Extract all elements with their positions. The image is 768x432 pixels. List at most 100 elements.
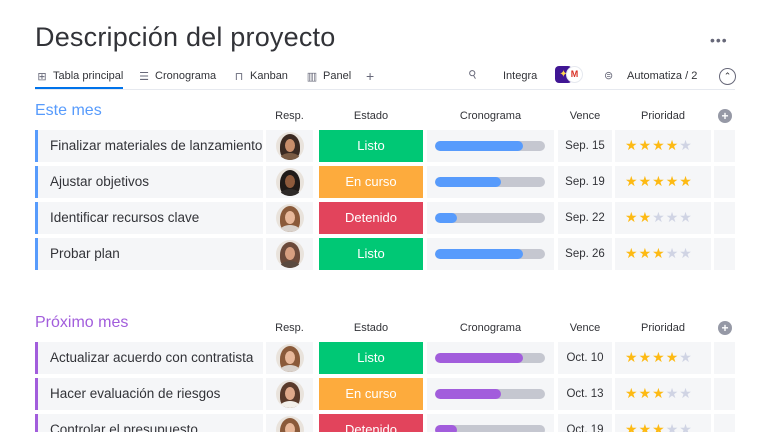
- group-title[interactable]: Próximo mes: [35, 314, 128, 332]
- star-icon[interactable]: ★: [639, 421, 653, 432]
- status-cell[interactable]: Detenido: [319, 202, 423, 234]
- star-icon[interactable]: ★: [652, 245, 666, 261]
- task-name-cell[interactable]: Actualizar acuerdo con contratista: [35, 342, 263, 374]
- collapse-icon[interactable]: ⌃: [719, 68, 736, 85]
- person-cell[interactable]: [266, 238, 313, 270]
- rating-stars[interactable]: ★★★★★: [625, 385, 693, 402]
- add-column-button[interactable]: +: [718, 109, 732, 123]
- star-icon[interactable]: ★: [679, 209, 693, 225]
- due-date-cell[interactable]: Oct. 10: [558, 342, 612, 374]
- integrate-button[interactable]: Integra: [503, 70, 537, 82]
- automate-button[interactable]: Automatiza / 2: [627, 70, 697, 82]
- avatar[interactable]: [276, 380, 304, 408]
- task-name-cell[interactable]: Controlar el presupuesto: [35, 414, 263, 432]
- tab-panel[interactable]: ▥ Panel: [305, 64, 351, 89]
- column-header-status[interactable]: Estado: [319, 110, 423, 122]
- person-cell[interactable]: [266, 342, 313, 374]
- tab-tabla-principal[interactable]: ⊞ Tabla principal: [35, 64, 124, 89]
- table-row[interactable]: Probar plan Listo Sep. 26 ★★★★★: [35, 238, 735, 270]
- due-date-cell[interactable]: Sep. 19: [558, 166, 612, 198]
- avatar[interactable]: [276, 416, 304, 432]
- table-row[interactable]: Identificar recursos clave Detenido Sep. 2…: [35, 202, 735, 234]
- status-cell[interactable]: En curso: [319, 378, 423, 410]
- task-name-cell[interactable]: Ajustar objetivos: [35, 166, 263, 198]
- person-cell[interactable]: [266, 130, 313, 162]
- priority-rating-cell[interactable]: ★★★★★: [615, 414, 711, 432]
- star-icon[interactable]: ★: [666, 137, 680, 153]
- table-row[interactable]: Actualizar acuerdo con contratista Listo O…: [35, 342, 735, 374]
- robot-icon[interactable]: ⊜: [604, 69, 613, 82]
- star-icon[interactable]: ★: [652, 137, 666, 153]
- task-name-cell[interactable]: Identificar recursos clave: [35, 202, 263, 234]
- timeline-cell[interactable]: [427, 342, 554, 374]
- column-header-status[interactable]: Estado: [319, 322, 423, 334]
- star-icon[interactable]: ★: [639, 137, 653, 153]
- column-header-person[interactable]: Resp.: [266, 322, 313, 334]
- add-column-button[interactable]: +: [718, 321, 732, 335]
- priority-rating-cell[interactable]: ★★★★★: [615, 378, 711, 410]
- star-icon[interactable]: ★: [679, 245, 693, 261]
- star-icon[interactable]: ★: [666, 245, 680, 261]
- priority-rating-cell[interactable]: ★★★★★: [615, 202, 711, 234]
- star-icon[interactable]: ★: [625, 385, 639, 401]
- star-icon[interactable]: ★: [679, 173, 693, 189]
- column-header-timeline[interactable]: Cronograma: [427, 322, 554, 334]
- avatar[interactable]: [276, 168, 304, 196]
- star-icon[interactable]: ★: [679, 421, 693, 432]
- star-icon[interactable]: ★: [639, 173, 653, 189]
- priority-rating-cell[interactable]: ★★★★★: [615, 238, 711, 270]
- status-cell[interactable]: Listo: [319, 342, 423, 374]
- table-row[interactable]: Controlar el presupuesto Detenido Oct. 19 ★…: [35, 414, 735, 432]
- star-icon[interactable]: ★: [679, 137, 693, 153]
- task-name-cell[interactable]: Probar plan: [35, 238, 263, 270]
- tab-cronograma[interactable]: ☰ Cronograma: [137, 64, 216, 89]
- rating-stars[interactable]: ★★★★★: [625, 209, 693, 226]
- star-icon[interactable]: ★: [652, 421, 666, 432]
- priority-rating-cell[interactable]: ★★★★★: [615, 130, 711, 162]
- star-icon[interactable]: ★: [652, 173, 666, 189]
- rating-stars[interactable]: ★★★★★: [625, 173, 693, 190]
- column-header-timeline[interactable]: Cronograma: [427, 110, 554, 122]
- star-icon[interactable]: ★: [652, 349, 666, 365]
- priority-rating-cell[interactable]: ★★★★★: [615, 166, 711, 198]
- star-icon[interactable]: ★: [652, 209, 666, 225]
- column-header-due[interactable]: Vence: [558, 110, 612, 122]
- add-view-button[interactable]: +: [366, 68, 374, 84]
- star-icon[interactable]: ★: [625, 245, 639, 261]
- star-icon[interactable]: ★: [666, 173, 680, 189]
- table-row[interactable]: Finalizar materiales de lanzamiento Listo…: [35, 130, 735, 162]
- star-icon[interactable]: ★: [625, 349, 639, 365]
- star-icon[interactable]: ★: [639, 385, 653, 401]
- integrate-icon[interactable]: ⚲: [466, 67, 480, 82]
- star-icon[interactable]: ★: [625, 209, 639, 225]
- rating-stars[interactable]: ★★★★★: [625, 245, 693, 262]
- avatar[interactable]: [276, 344, 304, 372]
- integration-apps[interactable]: ✦ M: [555, 66, 585, 86]
- avatar[interactable]: [276, 132, 304, 160]
- star-icon[interactable]: ★: [625, 421, 639, 432]
- avatar[interactable]: [276, 204, 304, 232]
- rating-stars[interactable]: ★★★★★: [625, 137, 693, 154]
- timeline-cell[interactable]: [427, 202, 554, 234]
- person-cell[interactable]: [266, 202, 313, 234]
- person-cell[interactable]: [266, 414, 313, 432]
- timeline-cell[interactable]: [427, 166, 554, 198]
- status-cell[interactable]: Detenido: [319, 414, 423, 432]
- status-cell[interactable]: Listo: [319, 130, 423, 162]
- timeline-cell[interactable]: [427, 414, 554, 432]
- due-date-cell[interactable]: Sep. 15: [558, 130, 612, 162]
- timeline-cell[interactable]: [427, 130, 554, 162]
- table-row[interactable]: Ajustar objetivos En curso Sep. 19 ★★★★★: [35, 166, 735, 198]
- due-date-cell[interactable]: Oct. 13: [558, 378, 612, 410]
- table-row[interactable]: Hacer evaluación de riesgos En curso Oct. …: [35, 378, 735, 410]
- star-icon[interactable]: ★: [679, 349, 693, 365]
- tab-kanban[interactable]: ⊓ Kanban: [232, 64, 288, 89]
- star-icon[interactable]: ★: [639, 245, 653, 261]
- timeline-cell[interactable]: [427, 378, 554, 410]
- status-cell[interactable]: Listo: [319, 238, 423, 270]
- due-date-cell[interactable]: Oct. 19: [558, 414, 612, 432]
- avatar[interactable]: [276, 240, 304, 268]
- star-icon[interactable]: ★: [625, 137, 639, 153]
- star-icon[interactable]: ★: [625, 173, 639, 189]
- due-date-cell[interactable]: Sep. 22: [558, 202, 612, 234]
